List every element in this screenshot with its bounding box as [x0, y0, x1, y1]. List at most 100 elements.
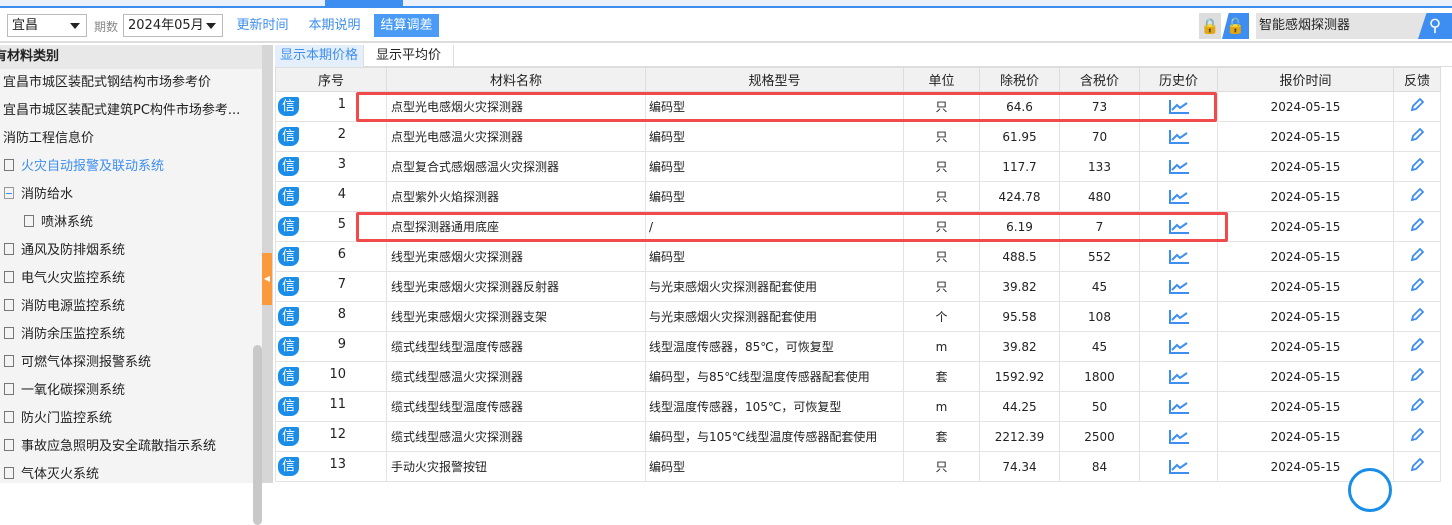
- table-row[interactable]: 信8 线型光束感烟火灾探测器支架 与光束感烟火灾探测器配套使用 个 95.58 …: [275, 301, 1441, 332]
- info-badge-icon[interactable]: 信: [278, 427, 299, 446]
- sidebar-item[interactable]: 宜昌市城区装配式钢结构市场参考价: [0, 69, 262, 97]
- sidebar-item[interactable]: 喷淋系统: [0, 209, 262, 237]
- sidebar-item[interactable]: 消防工程信息价: [0, 125, 262, 153]
- table-row[interactable]: 信7 线型光束感烟火灾探测器反射器 与光束感烟火灾探测器配套使用 只 39.82…: [275, 271, 1441, 302]
- table-row[interactable]: 信 12 缆式线型感温火灾探测器 编码型，与105℃线型温度传感器配套使用 套 2…: [275, 421, 1441, 452]
- history-chart-icon[interactable]: [1139, 361, 1218, 392]
- feedback-pencil-icon[interactable]: [1393, 421, 1441, 452]
- feedback-pencil-icon[interactable]: [1393, 181, 1441, 212]
- history-chart-icon[interactable]: [1139, 241, 1218, 272]
- sidebar-item[interactable]: 可燃气体探测报警系统: [0, 349, 262, 377]
- history-chart-icon[interactable]: [1139, 391, 1218, 422]
- sidebar-scrollbar[interactable]: [253, 345, 262, 525]
- document-icon: [4, 411, 14, 423]
- quote-date: 2024-05-15: [1217, 211, 1394, 242]
- row-number: 12: [329, 427, 346, 442]
- feedback-pencil-icon[interactable]: [1393, 331, 1441, 362]
- info-badge-icon[interactable]: 信: [278, 217, 299, 236]
- info-badge-icon[interactable]: 信: [278, 127, 299, 146]
- column-header[interactable]: 含税价: [1059, 67, 1140, 92]
- unit: 套: [903, 421, 980, 452]
- feedback-pencil-icon[interactable]: [1393, 151, 1441, 182]
- feedback-pencil-icon[interactable]: [1393, 361, 1441, 392]
- history-chart-icon[interactable]: [1139, 151, 1218, 182]
- column-header[interactable]: 反馈: [1393, 67, 1441, 92]
- sidebar-item-label: 气体灭火系统: [21, 467, 100, 482]
- sidebar-item[interactable]: 防火门监控系统: [0, 405, 262, 433]
- unlock-icon[interactable]: 🔓: [1222, 13, 1249, 39]
- column-header[interactable]: 历史价: [1139, 67, 1218, 92]
- sidebar-item[interactable]: 电气火灾监控系统: [0, 265, 262, 293]
- feedback-pencil-icon[interactable]: [1393, 211, 1441, 242]
- info-badge-icon[interactable]: 信: [278, 367, 299, 386]
- sidebar-item[interactable]: 宜昌市城区装配式建筑PC构件市场参考...: [0, 97, 262, 125]
- info-badge-icon[interactable]: 信: [278, 457, 299, 476]
- info-badge-icon[interactable]: 信: [278, 337, 299, 356]
- splitter[interactable]: ◀: [262, 45, 273, 483]
- period-notes-button[interactable]: 本期说明: [302, 14, 367, 37]
- feedback-pencil-icon[interactable]: [1393, 271, 1441, 302]
- feedback-pencil-icon[interactable]: [1393, 451, 1441, 482]
- table-row[interactable]: 信 11 缆式线型线型温度传感器 线型温度传感器，105℃，可恢复型 m 44.2…: [275, 391, 1441, 422]
- toolbar: 宜昌 期数 2024年05月 更新时间 本期说明 结算调差 🔒 🔓 智能感烟探测…: [0, 8, 1452, 43]
- table-row[interactable]: 信3 点型复合式感烟感温火灾探测器 编码型 只 117.7 133 2024-0…: [275, 151, 1441, 182]
- sidebar-item[interactable]: 气体灭火系统: [0, 461, 262, 489]
- table-row[interactable]: 信2 点型光电感温火灾探测器 编码型 只 61.95 70 2024-05-15: [275, 121, 1441, 152]
- table-row[interactable]: 信4 点型紫外火焰探测器 编码型 只 424.78 480 2024-05-15: [275, 181, 1441, 212]
- column-header[interactable]: 单位: [903, 67, 980, 92]
- floating-search-button[interactable]: [1348, 468, 1392, 512]
- table-row[interactable]: 信6 线型光束感烟火灾探测器 编码型 只 488.5 552 2024-05-1…: [275, 241, 1441, 272]
- table-row[interactable]: 信 13 手动火灾报警按钮 编码型 只 74.34 84 2024-05-15: [275, 451, 1441, 482]
- column-header[interactable]: 序号: [275, 67, 387, 92]
- lock-icon[interactable]: 🔒: [1199, 13, 1221, 39]
- sidebar-item[interactable]: 消防电源监控系统: [0, 293, 262, 321]
- feedback-pencil-icon[interactable]: [1393, 241, 1441, 272]
- info-badge-icon[interactable]: 信: [278, 247, 299, 266]
- quote-date: 2024-05-15: [1217, 301, 1394, 332]
- history-chart-icon[interactable]: [1139, 421, 1218, 452]
- column-header[interactable]: 材料名称: [386, 67, 646, 92]
- column-header[interactable]: 除税价: [979, 67, 1060, 92]
- sidebar-item-label: 火灾自动报警及联动系统: [21, 159, 165, 174]
- sidebar-item[interactable]: 消防给水: [0, 181, 262, 209]
- region-select[interactable]: 宜昌: [7, 14, 87, 37]
- material-name: 线型光束感烟火灾探测器: [386, 241, 646, 272]
- info-badge-icon[interactable]: 信: [278, 277, 299, 296]
- period-select[interactable]: 2024年05月: [123, 14, 223, 37]
- tab-current-price[interactable]: 显示本期价格: [275, 45, 364, 67]
- sidebar-item[interactable]: 火灾自动报警及联动系统: [0, 153, 262, 181]
- column-header[interactable]: 规格型号: [645, 67, 904, 92]
- index-cell: 信 12: [275, 421, 387, 452]
- history-chart-icon[interactable]: [1139, 331, 1218, 362]
- collapse-arrow-icon[interactable]: ◀: [262, 253, 272, 305]
- price-excl-tax: 1592.92: [979, 361, 1060, 392]
- sidebar-item[interactable]: 事故应急照明及安全疏散指示系统: [0, 433, 262, 461]
- info-badge-icon[interactable]: 信: [278, 187, 299, 206]
- settlement-adjust-button[interactable]: 结算调差: [374, 14, 439, 37]
- update-time-button[interactable]: 更新时间: [230, 14, 295, 37]
- feedback-pencil-icon[interactable]: [1393, 301, 1441, 332]
- info-badge-icon[interactable]: 信: [278, 307, 299, 326]
- feedback-pencil-icon[interactable]: [1393, 391, 1441, 422]
- history-chart-icon[interactable]: [1139, 271, 1218, 302]
- info-badge-icon[interactable]: 信: [278, 157, 299, 176]
- sidebar-item-label: 消防给水: [21, 187, 74, 202]
- info-badge-icon[interactable]: 信: [278, 97, 299, 116]
- feedback-pencil-icon[interactable]: [1393, 121, 1441, 152]
- history-chart-icon[interactable]: [1139, 451, 1218, 482]
- tab-average-price[interactable]: 显示平均价: [364, 45, 454, 67]
- feedback-pencil-icon[interactable]: [1393, 91, 1441, 122]
- active-top-tab[interactable]: [325, 0, 403, 8]
- table-row[interactable]: 信9 缆式线型线型温度传感器 线型温度传感器，85℃，可恢复型 m 39.82 …: [275, 331, 1441, 362]
- sidebar-item[interactable]: 一氧化碳探测系统: [0, 377, 262, 405]
- history-chart-icon[interactable]: [1139, 301, 1218, 332]
- history-chart-icon[interactable]: [1139, 121, 1218, 152]
- sidebar-item[interactable]: 消防余压监控系统: [0, 321, 262, 349]
- search-input[interactable]: 智能感烟探测器: [1256, 13, 1426, 39]
- table-row[interactable]: 信 10 缆式线型感温火灾探测器 编码型，与85℃线型温度传感器配套使用 套 15…: [275, 361, 1441, 392]
- history-chart-icon[interactable]: [1139, 181, 1218, 212]
- sidebar-item[interactable]: 通风及防排烟系统: [0, 237, 262, 265]
- info-badge-icon[interactable]: 信: [278, 397, 299, 416]
- price-incl-tax: 45: [1059, 331, 1140, 362]
- column-header[interactable]: 报价时间: [1217, 67, 1394, 92]
